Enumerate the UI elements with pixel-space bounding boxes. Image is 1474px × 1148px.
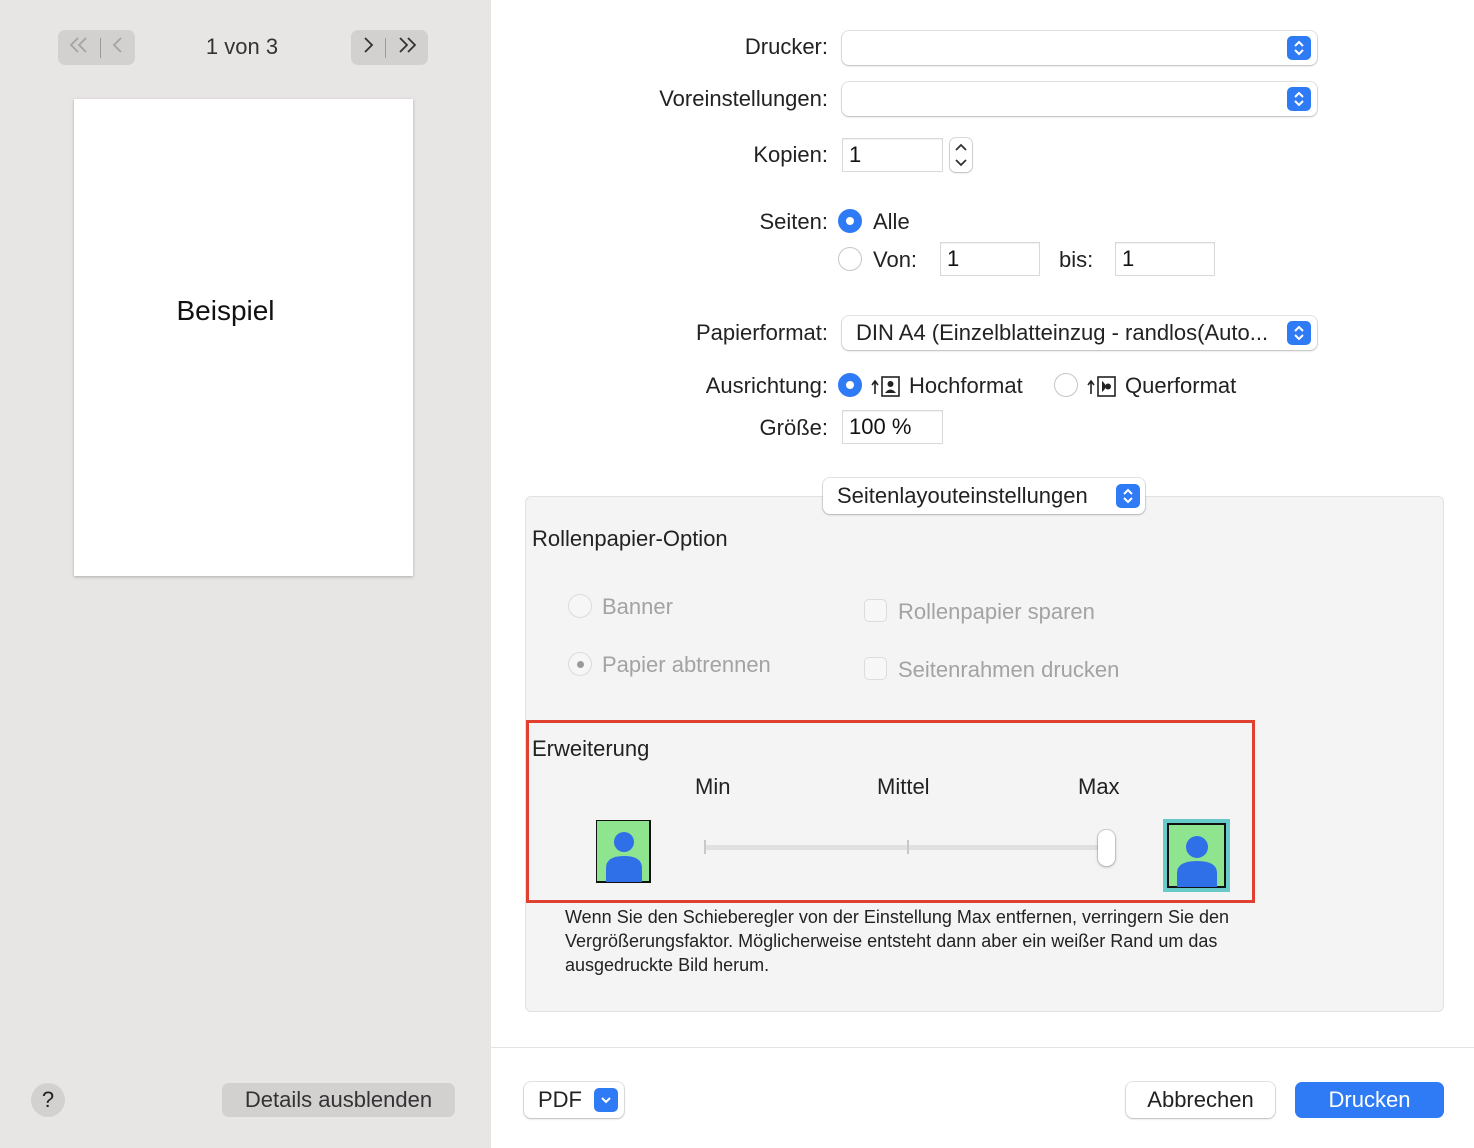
pages-to-field[interactable]: 1 <box>1115 242 1215 276</box>
preview-pane: 1 von 3 Beispiel ? Details ausblenden <box>0 0 491 1148</box>
presets-label: Voreinstellungen: <box>659 86 828 111</box>
paper-size-value: DIN A4 (Einzelblatteinzug - randlos(Auto… <box>856 320 1269 345</box>
page-nav-forward-group <box>351 30 428 65</box>
print-frame-label: Seitenrahmen drucken <box>898 657 1120 682</box>
chevron-updown-icon <box>1287 36 1311 60</box>
pages-all-label: Alle <box>873 209 910 234</box>
chevron-updown-icon <box>1287 321 1311 345</box>
banner-radio[interactable] <box>568 594 592 618</box>
roll-paper-title: Rollenpapier-Option <box>532 526 728 551</box>
pdf-label: PDF <box>538 1087 582 1112</box>
pages-to-label: bis: <box>1059 247 1094 272</box>
landscape-icon <box>1086 374 1118 403</box>
max-expansion-icon <box>1163 819 1231 898</box>
scale-label: Größe: <box>759 415 828 440</box>
chevron-updown-icon <box>1287 87 1311 111</box>
save-roll-label: Rollenpapier sparen <box>898 599 1095 624</box>
cut-paper-label: Papier abtrennen <box>602 652 771 677</box>
expansion-min-label: Min <box>695 774 731 799</box>
footer-divider <box>491 1047 1474 1048</box>
help-button[interactable]: ? <box>31 1083 65 1117</box>
preview-sample-text: Beispiel <box>176 295 275 326</box>
orientation-portrait-radio[interactable] <box>838 373 862 397</box>
previous-page-icon[interactable] <box>111 35 125 61</box>
pages-from-field[interactable]: 1 <box>940 242 1040 276</box>
expansion-max-label: Max <box>1078 774 1120 799</box>
copies-stepper[interactable] <box>950 138 972 172</box>
last-page-icon[interactable] <box>396 35 418 61</box>
expansion-description: Wenn Sie den Schieberegler von der Einst… <box>565 907 1230 975</box>
pages-label: Seiten: <box>759 209 829 234</box>
page-preview: Beispiel <box>74 99 413 576</box>
expansion-title: Erweiterung <box>532 736 650 761</box>
banner-label: Banner <box>602 594 673 619</box>
portrait-icon <box>870 374 902 403</box>
expansion-slider-track[interactable] <box>704 845 1108 850</box>
section-popup-label: Seitenlayouteinstellungen <box>837 483 1088 508</box>
section-popup[interactable]: Seitenlayouteinstellungen <box>823 478 1145 514</box>
print-frame-checkbox[interactable] <box>864 657 887 680</box>
copies-label: Kopien: <box>753 142 828 167</box>
save-roll-checkbox[interactable] <box>864 599 887 622</box>
chevron-down-icon <box>594 1088 618 1112</box>
scale-field[interactable]: 100 % <box>842 410 943 444</box>
hide-details-button[interactable]: Details ausblenden <box>222 1083 455 1117</box>
orientation-landscape-label: Querformat <box>1125 373 1237 398</box>
expansion-mid-label: Mittel <box>877 774 930 799</box>
paper-size-label: Papierformat: <box>695 320 828 345</box>
pages-from-label: Von: <box>873 247 918 272</box>
stepper-arrows-icon <box>955 143 967 167</box>
printer-label: Drucker: <box>744 34 828 59</box>
slider-tick-mid <box>907 840 909 854</box>
next-page-icon[interactable] <box>361 35 375 61</box>
min-expansion-icon <box>595 819 652 889</box>
pages-all-radio[interactable] <box>838 209 862 233</box>
paper-size-popup[interactable]: DIN A4 (Einzelblatteinzug - randlos(Auto… <box>842 316 1317 350</box>
slider-tick-min <box>704 840 706 854</box>
page-indicator: 1 von 3 <box>205 34 279 59</box>
copies-field[interactable]: 1 <box>842 138 943 172</box>
page-nav-back-group <box>58 30 135 65</box>
orientation-portrait-label: Hochformat <box>909 373 1023 398</box>
orientation-landscape-radio[interactable] <box>1054 373 1078 397</box>
cut-paper-radio[interactable] <box>568 652 592 676</box>
chevron-updown-icon <box>1116 484 1140 508</box>
print-button[interactable]: Drucken <box>1295 1082 1444 1118</box>
cancel-button[interactable]: Abbrechen <box>1126 1082 1275 1118</box>
expansion-slider-knob[interactable] <box>1098 830 1115 866</box>
printer-popup[interactable] <box>842 31 1317 65</box>
first-page-icon[interactable] <box>68 35 90 61</box>
pages-range-radio[interactable] <box>838 247 862 271</box>
presets-popup[interactable] <box>842 82 1317 116</box>
orientation-label: Ausrichtung: <box>705 373 828 398</box>
